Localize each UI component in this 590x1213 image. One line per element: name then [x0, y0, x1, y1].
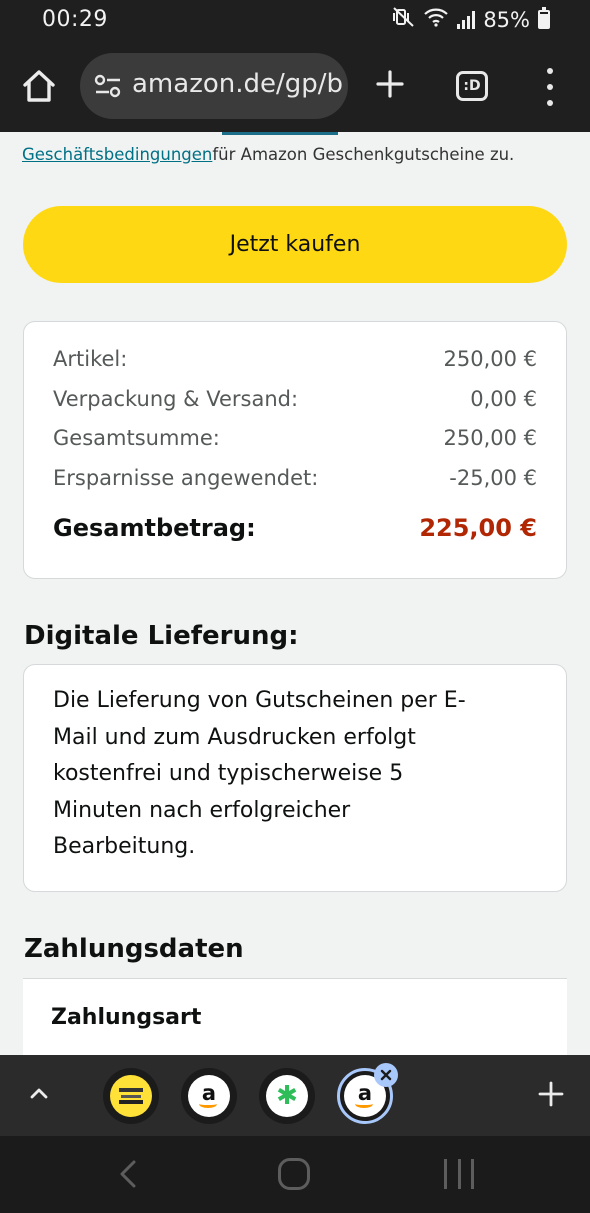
new-tab-button[interactable] [374, 68, 406, 100]
summary-label: Verpackung & Versand: [53, 387, 299, 411]
browser-toolbar: amazon.de/gp/b :D [0, 40, 590, 132]
order-summary: Artikel: 250,00 € Verpackung & Versand: … [23, 321, 567, 579]
delivery-heading: Digitale Lieferung: [24, 621, 299, 651]
chevron-up-icon [30, 1088, 48, 1099]
status-icons: 85% [393, 7, 550, 32]
delivery-line: Mail und zum Ausdrucken erfolgt [53, 724, 416, 750]
battery-percent: 85% [483, 7, 530, 32]
status-time: 00:29 [42, 7, 108, 32]
tab-switcher-button[interactable]: :D [456, 71, 488, 101]
home-nav-button[interactable] [278, 1158, 310, 1190]
more-vert-icon[interactable] [540, 68, 560, 106]
home-icon [23, 70, 55, 102]
system-nav-bar [0, 1136, 590, 1213]
site-settings-icon[interactable] [94, 73, 122, 99]
tab-strip: a ✱ a [0, 1055, 590, 1136]
add-tab-button[interactable] [536, 1079, 566, 1109]
total-label: Gesamtbetrag: [53, 514, 256, 542]
summary-row: Ersparnisse angewendet: -25,00 € [53, 466, 537, 490]
address-bar[interactable]: amazon.de/gp/b [80, 53, 348, 119]
close-tab-button[interactable] [374, 1063, 398, 1087]
clover-glyph: ✱ [276, 1081, 298, 1111]
mute-vibrate-icon [393, 7, 415, 32]
delivery-card: Die Lieferung von Gutscheinen per E- Mai… [23, 664, 567, 892]
terms-text: Geschäftsbedingungenfür Amazon Geschenkg… [22, 145, 582, 164]
tab-3[interactable]: ✱ [259, 1068, 315, 1124]
delivery-line: kostenfrei und typischerweise 5 [53, 761, 404, 786]
payment-method-card[interactable]: Zahlungsart [23, 978, 567, 1055]
wifi-icon [423, 7, 449, 32]
recent-apps-button[interactable] [444, 1159, 474, 1189]
back-button[interactable] [116, 1159, 140, 1189]
summary-label: Artikel: [53, 347, 128, 371]
delivery-line: Die Lieferung von Gutscheinen per E- [53, 688, 466, 713]
plus-icon [538, 1081, 564, 1107]
tab-count: :D [463, 78, 481, 94]
tab-2[interactable]: a [181, 1068, 237, 1124]
yellow-site-icon [110, 1075, 152, 1117]
tab-4-active[interactable]: a [337, 1063, 398, 1124]
summary-total-row: Gesamtbetrag: 225,00 € [53, 514, 537, 542]
summary-label: Ersparnisse angewendet: [53, 466, 319, 490]
summary-value: 250,00 € [443, 426, 537, 450]
signal-icon [457, 10, 476, 29]
expand-tabs-button[interactable] [26, 1081, 52, 1107]
summary-row: Gesamtsumme: 250,00 € [53, 426, 537, 450]
amazon-letter: a [201, 1081, 217, 1105]
terms-suffix: für Amazon Geschenkgutscheine zu. [212, 145, 515, 164]
summary-label: Gesamtsumme: [53, 426, 220, 450]
amazon-letter: a [357, 1081, 373, 1105]
amazon-icon: a [188, 1075, 230, 1117]
summary-value: -25,00 € [449, 466, 537, 490]
delivery-line: Minuten nach erfolgreicher [53, 797, 351, 823]
tab-1[interactable] [103, 1068, 159, 1124]
payment-heading: Zahlungsdaten [24, 934, 244, 964]
back-icon [120, 1160, 136, 1188]
green-clover-icon: ✱ [266, 1075, 308, 1117]
page-content: Geschäftsbedingungenfür Amazon Geschenkg… [0, 132, 590, 1055]
buy-now-button[interactable]: Jetzt kaufen [23, 206, 567, 283]
battery-icon [538, 7, 550, 29]
summary-value: 250,00 € [443, 347, 537, 371]
terms-link[interactable]: Geschäftsbedingungen [22, 145, 212, 164]
delivery-line: Bearbeitung. [53, 834, 196, 859]
plus-icon [376, 70, 404, 98]
summary-row: Artikel: 250,00 € [53, 347, 537, 371]
status-bar: 00:29 85% [0, 0, 590, 40]
delivery-text: Die Lieferung von Gutscheinen per E- Mai… [53, 683, 523, 866]
payment-method-label: Zahlungsart [51, 1005, 202, 1030]
partial-link-underline [222, 132, 338, 135]
home-button[interactable] [20, 67, 58, 105]
summary-row: Verpackung & Versand: 0,00 € [53, 387, 537, 411]
total-value: 225,00 € [419, 514, 537, 542]
close-icon [380, 1069, 392, 1081]
summary-value: 0,00 € [470, 387, 537, 411]
url-text: amazon.de/gp/b [132, 69, 344, 99]
